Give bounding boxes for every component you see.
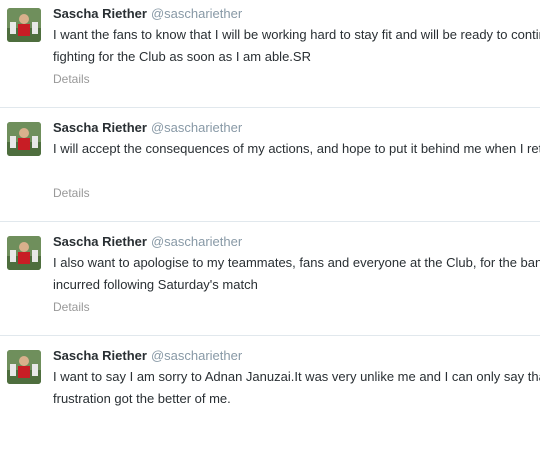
tweet-header: Sascha Riether @saschariether — [53, 5, 242, 23]
tweet-header: Sascha Riether @saschariether — [53, 233, 242, 251]
tweet[interactable]: Sascha Riether @saschariether I want to s… — [0, 342, 540, 456]
username[interactable]: @saschariether — [151, 234, 242, 249]
tweet-text: I will accept the consequences of my act… — [53, 141, 540, 156]
tweet-divider — [0, 221, 540, 222]
username[interactable]: @saschariether — [151, 6, 242, 21]
tweet[interactable]: Sascha Riether @saschariether I want the … — [0, 0, 540, 114]
username[interactable]: @saschariether — [151, 120, 242, 135]
display-name[interactable]: Sascha Riether — [53, 348, 147, 363]
avatar[interactable] — [7, 8, 41, 42]
tweet[interactable]: Sascha Riether @saschariether I also want… — [0, 228, 540, 342]
tweet-divider — [0, 335, 540, 336]
tweet-text: I also want to apologise to my teammates… — [53, 255, 540, 292]
display-name[interactable]: Sascha Riether — [53, 120, 147, 135]
username[interactable]: @saschariether — [151, 348, 242, 363]
avatar[interactable] — [7, 236, 41, 270]
tweet-feed: Sascha Riether @saschariether I want the … — [0, 0, 540, 409]
avatar[interactable] — [7, 350, 41, 384]
display-name[interactable]: Sascha Riether — [53, 234, 147, 249]
display-name[interactable]: Sascha Riether — [53, 6, 147, 21]
tweet-divider — [0, 107, 540, 108]
details-link[interactable]: Details — [53, 185, 90, 201]
tweet-text: I want the fans to know that I will be w… — [53, 27, 540, 64]
tweet-text: I want to say I am sorry to Adnan Januza… — [53, 369, 540, 406]
tweet-header: Sascha Riether @saschariether — [53, 347, 242, 365]
tweet[interactable]: Sascha Riether @saschariether I will acce… — [0, 114, 540, 228]
avatar[interactable] — [7, 122, 41, 156]
details-link[interactable]: Details — [53, 299, 90, 315]
details-link[interactable]: Details — [53, 71, 90, 87]
tweet-header: Sascha Riether @saschariether — [53, 119, 242, 137]
